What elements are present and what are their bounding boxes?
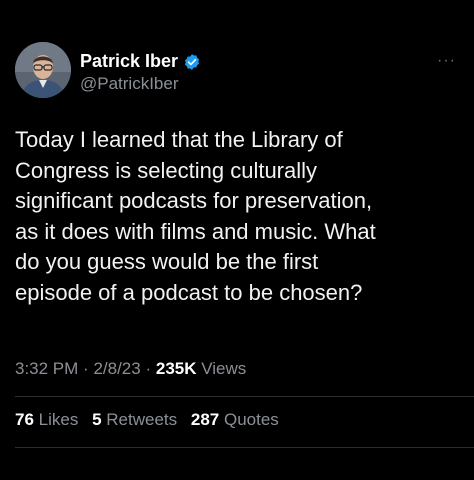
tweet-text: Today I learned that the Library of Cong… bbox=[15, 125, 460, 308]
retweets-stat[interactable]: 5 Retweets bbox=[92, 410, 177, 429]
author-handle[interactable]: @PatrickIber bbox=[80, 74, 179, 94]
meta-separator: · bbox=[83, 359, 89, 378]
tweet-line: episode of a podcast to be chosen? bbox=[15, 279, 363, 305]
retweets-count: 5 bbox=[92, 410, 102, 429]
author-name[interactable]: Patrick Iber bbox=[80, 51, 178, 72]
likes-count: 76 bbox=[15, 410, 34, 429]
author-name-row[interactable]: Patrick Iber bbox=[80, 51, 201, 72]
tweet-line: as it does with films and music. What bbox=[15, 218, 376, 244]
tweet-line: do you guess would be the first bbox=[15, 249, 319, 274]
more-options-icon[interactable]: ··· bbox=[437, 52, 456, 70]
quotes-label: Quotes bbox=[224, 410, 279, 429]
views-label: Views bbox=[201, 359, 247, 378]
tweet-line: Congress is selecting culturally bbox=[15, 157, 318, 183]
tweet-line: significant podcasts for preservation, bbox=[15, 188, 373, 213]
tweet-time[interactable]: 3:32 PM bbox=[15, 359, 78, 378]
tweet-date[interactable]: 2/8/23 bbox=[93, 359, 140, 378]
divider bbox=[15, 396, 474, 397]
tweet-card: Patrick Iber @PatrickIber ··· Today I le… bbox=[0, 0, 474, 480]
verified-badge-icon bbox=[183, 53, 201, 71]
avatar-photo bbox=[15, 42, 71, 98]
likes-label: Likes bbox=[38, 410, 79, 429]
views-count: 235K bbox=[155, 359, 197, 378]
tweet-meta: 3:32 PM · 2/8/23 · 235K Views bbox=[15, 359, 246, 379]
quotes-stat[interactable]: 287 Quotes bbox=[191, 410, 279, 429]
likes-stat[interactable]: 76 Likes bbox=[15, 410, 78, 429]
tweet-line: Today I learned that the Library of bbox=[15, 127, 343, 152]
divider bbox=[15, 447, 474, 448]
retweets-label: Retweets bbox=[106, 410, 178, 429]
tweet-stats: 76 Likes 5 Retweets 287 Quotes bbox=[15, 410, 288, 430]
quotes-count: 287 bbox=[190, 410, 220, 429]
meta-separator: · bbox=[145, 359, 152, 378]
avatar[interactable] bbox=[15, 42, 71, 98]
